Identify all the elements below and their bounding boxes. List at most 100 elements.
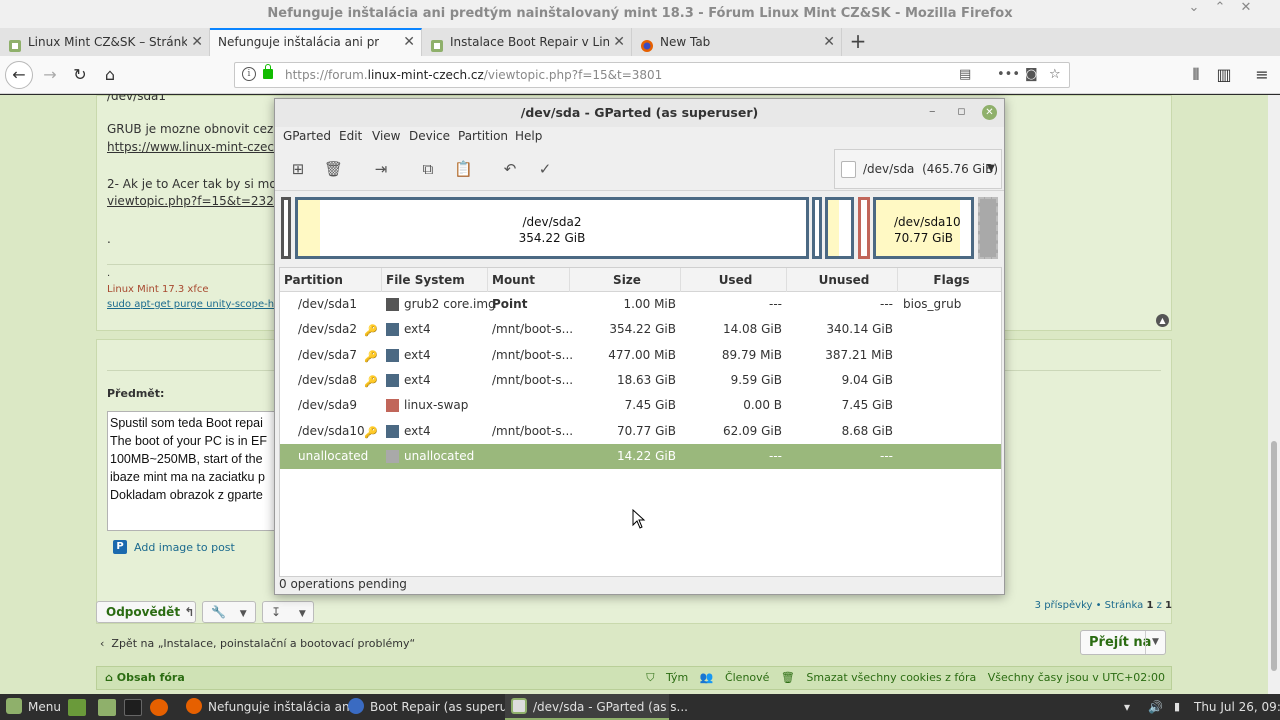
menu-gparted[interactable]: GParted xyxy=(283,129,331,143)
forward-arrow-icon[interactable]: → xyxy=(37,62,63,88)
taskbar-item-boot-repair[interactable]: Boot Repair (as superu... xyxy=(344,694,519,720)
members-link[interactable]: 👥 Členové xyxy=(700,671,770,684)
files-icon[interactable] xyxy=(98,699,116,716)
filesystem-color-swatch xyxy=(386,399,399,413)
menu-edit[interactable]: Edit xyxy=(339,129,362,143)
tab-instalace-boot-repair[interactable]: Instalace Boot Repair v Linux ✕ xyxy=(422,28,632,56)
tab-close-icon[interactable]: ✕ xyxy=(403,30,415,55)
partition-size: 70.77 GiB xyxy=(616,423,676,438)
hamburger-menu-icon[interactable]: ≡ xyxy=(1249,62,1275,88)
forum-footer: ⌂ Obsah fóra ⛉ Tým 👥 Členové 🗑 Smazat vš… xyxy=(96,666,1172,690)
bookmark-star-icon[interactable]: ☆ xyxy=(1049,63,1061,87)
column-size[interactable]: Size xyxy=(570,268,681,292)
reload-icon[interactable]: ↻ xyxy=(67,62,93,88)
column-mount-point[interactable]: Mount Point xyxy=(488,268,570,311)
taskbar-item-gparted[interactable]: /dev/sda - GParted (as s... xyxy=(505,694,688,720)
tab-close-icon[interactable]: ✕ xyxy=(613,28,625,56)
table-row[interactable]: /dev/sda7 🔑 ext4/mnt/boot-s... 477.00 MiB 89… xyxy=(280,343,1001,368)
column-partition[interactable]: Partition xyxy=(280,268,382,292)
add-image-link[interactable]: Add image to post xyxy=(113,540,235,554)
new-partition-icon[interactable]: ⊞ xyxy=(289,160,307,178)
table-row[interactable]: /dev/sda10 🔑 ext4/mnt/boot-s... 70.77 GiB 62… xyxy=(280,419,1001,444)
undo-icon[interactable]: ↶ xyxy=(501,160,519,178)
network-icon[interactable]: ▾ xyxy=(1124,694,1130,720)
jump-to-button[interactable]: Přejít na ▼ xyxy=(1080,630,1166,655)
map-segment-sda9[interactable] xyxy=(858,197,870,259)
filesystem-name: ext4 xyxy=(404,322,431,337)
gparted-menubar: GParted Edit View Device Partition Help xyxy=(275,127,1004,147)
map-segment-sda7[interactable] xyxy=(812,197,822,259)
minimize-icon[interactable]: – xyxy=(929,99,936,125)
map-segment-sda10[interactable]: /dev/sda10 70.77 GiB xyxy=(873,197,974,259)
table-row[interactable]: unallocated unallocated 14.22 GiB --- --- xyxy=(280,443,1001,469)
table-row[interactable]: /dev/sda2 🔑 ext4/mnt/boot-s... 354.22 GiB 14… xyxy=(280,317,1001,342)
menu-view[interactable]: View xyxy=(372,129,400,143)
reply-button[interactable]: Odpovědět ↰ xyxy=(96,601,196,623)
battery-icon[interactable]: ▮ xyxy=(1174,694,1180,720)
map-segment-unallocated[interactable] xyxy=(978,197,998,259)
table-row[interactable]: /dev/sda1 grub2 core.img 1.00 MiB --- --- bio… xyxy=(280,292,1001,317)
page-scrollbar[interactable] xyxy=(1268,95,1280,694)
tab-label: New Tab xyxy=(660,35,711,49)
page-actions-icon[interactable]: ••• xyxy=(997,63,1020,87)
signature-link[interactable]: sudo apt-get purge unity-scope-hom xyxy=(107,299,290,310)
maximize-icon[interactable]: ▫ xyxy=(957,99,966,125)
close-icon[interactable]: ✕ xyxy=(982,105,997,120)
url-bar[interactable]: i https://forum.linux-mint-czech.cz/view… xyxy=(234,62,1070,88)
menu-partition[interactable]: Partition xyxy=(458,129,508,143)
taskbar-item-firefox[interactable]: Nefunguje inštalácia an... xyxy=(180,694,361,720)
tab-new-tab[interactable]: New Tab ✕ xyxy=(632,28,842,56)
url-text[interactable]: https://forum.linux-mint-czech.cz/viewto… xyxy=(285,63,662,87)
site-info-icon[interactable]: i xyxy=(242,67,256,81)
tab-close-icon[interactable]: ✕ xyxy=(191,28,203,56)
reader-view-icon[interactable]: ▤ xyxy=(959,63,971,87)
team-link[interactable]: ⛉ Tým xyxy=(646,671,688,684)
menu-device[interactable]: Device xyxy=(409,129,450,143)
clock[interactable]: Thu Jul 26, 09:06 xyxy=(1194,694,1280,720)
sort-dropdown[interactable]: ↧ ▼ xyxy=(262,601,314,623)
minimize-icon[interactable]: ⌄ xyxy=(1182,0,1206,28)
delete-cookies-link[interactable]: 🗑 Smazat všechny cookies z fóra xyxy=(781,671,976,684)
tools-dropdown[interactable]: 🔧 ▼ xyxy=(202,601,256,623)
sidebar-icon[interactable]: ▥ xyxy=(1211,62,1237,88)
table-row[interactable]: /dev/sda8 🔑 ext4/mnt/boot-s... 18.63 GiB 9.5… xyxy=(280,368,1001,393)
maximize-icon[interactable]: ⌃ xyxy=(1208,0,1232,28)
partition-map: /dev/sda2 354.22 GiB /dev/sda10 70.77 GiB xyxy=(279,195,1000,261)
library-icon[interactable]: ⫴ xyxy=(1183,62,1209,88)
close-icon[interactable]: ✕ xyxy=(1234,0,1258,28)
start-menu-button[interactable]: Menu xyxy=(6,694,61,720)
column-unused[interactable]: Unused xyxy=(787,268,898,292)
apply-check-icon[interactable]: ✓ xyxy=(536,160,554,178)
pocket-icon[interactable]: ◙ xyxy=(1025,63,1038,87)
copy-icon[interactable]: ⧉ xyxy=(419,160,437,178)
column-file-system[interactable]: File System xyxy=(382,268,488,292)
map-segment-sda8[interactable] xyxy=(825,197,854,259)
back-arrow-icon[interactable]: ← xyxy=(5,61,33,89)
show-desktop-icon[interactable] xyxy=(68,699,86,716)
scrollbar-thumb[interactable] xyxy=(1271,441,1277,671)
tab-linux-mint-stranky[interactable]: Linux Mint CZ&SK – Stránky k ✕ xyxy=(0,28,210,56)
back-to-forum-link[interactable]: ‹ Zpět na „Instalace, poinstalační a boo… xyxy=(100,637,415,650)
map-segment-sda2[interactable]: /dev/sda2 354.22 GiB xyxy=(295,197,809,259)
back-to-top-icon[interactable]: ▲ xyxy=(1156,314,1169,327)
column-used[interactable]: Used xyxy=(681,268,787,292)
home-icon[interactable]: ⌂ xyxy=(97,62,123,88)
new-tab-plus-icon[interactable]: + xyxy=(846,28,870,56)
delete-icon[interactable]: 🗑 xyxy=(324,160,343,178)
table-row[interactable]: /dev/sda9 linux-swap 7.45 GiB 0.00 B 7.45 Gi… xyxy=(280,393,1001,418)
map-segment-sda1[interactable] xyxy=(281,197,291,259)
menu-help[interactable]: Help xyxy=(515,129,542,143)
partition-name: /dev/sda10 xyxy=(298,423,365,438)
volume-icon[interactable]: 🔊 xyxy=(1148,694,1163,720)
tab-nefunguje-instalacia[interactable]: Nefunguje inštalácia ani predtým ✕ xyxy=(210,28,422,56)
column-flags[interactable]: Flags xyxy=(898,268,1001,292)
tab-close-icon[interactable]: ✕ xyxy=(823,28,835,56)
paste-icon[interactable]: 📋 xyxy=(454,160,473,178)
device-selector[interactable]: /dev/sda (465.76 GiB) ▼ xyxy=(834,149,1002,189)
post-link[interactable]: https://www.linux-mint-czech xyxy=(107,140,282,154)
firefox-launcher-icon[interactable] xyxy=(150,699,168,716)
resize-move-icon[interactable]: ⇥ xyxy=(372,160,390,178)
terminal-icon[interactable] xyxy=(124,699,142,716)
post-link[interactable]: viewtopic.php?f=15&t=2323 xyxy=(107,194,281,208)
forum-index-link[interactable]: ⌂ Obsah fóra xyxy=(105,667,185,689)
